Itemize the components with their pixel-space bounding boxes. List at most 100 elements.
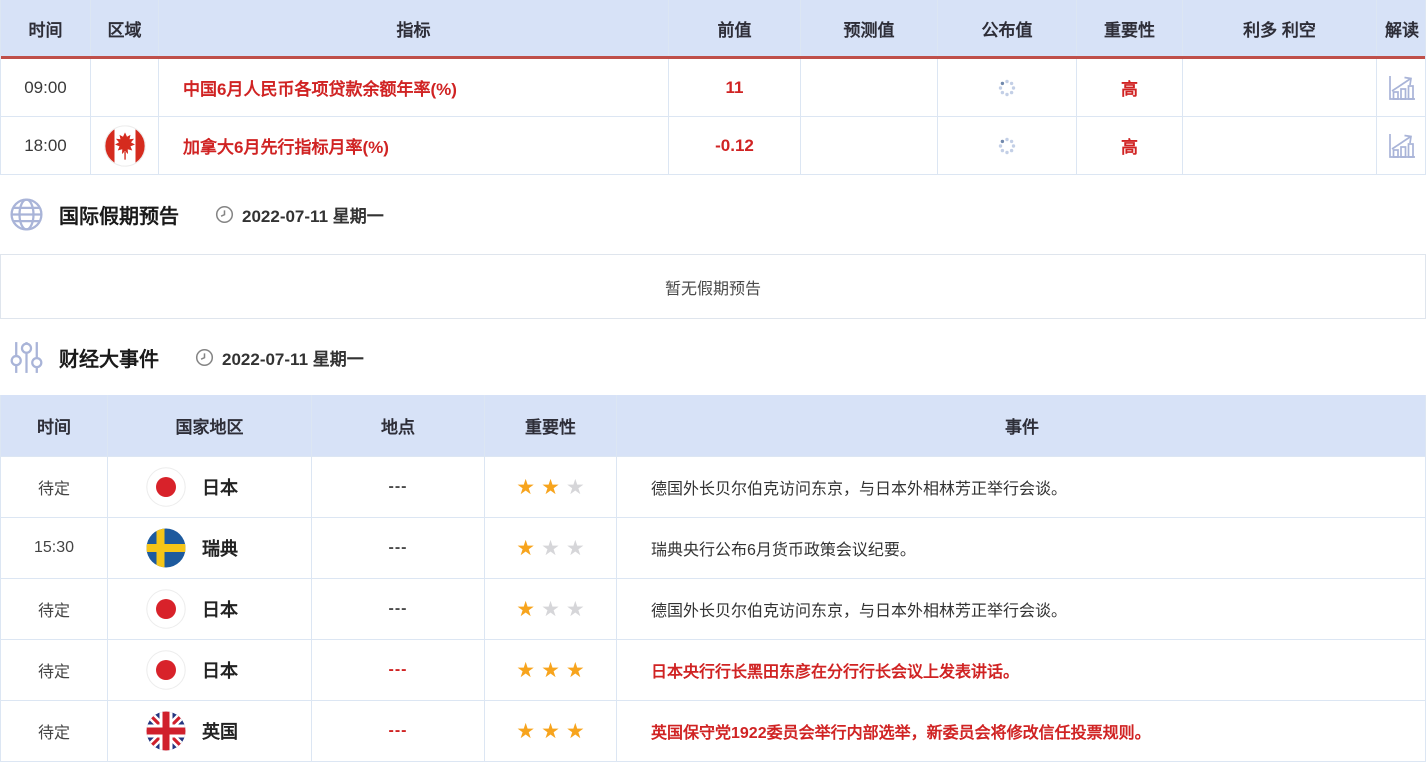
events-col-country: 国家地区 [108,395,312,456]
globe-icon [8,196,45,233]
star-icon: ★ [541,477,560,498]
calendar-row: 18:00 加拿大6月先行指标月率(%) -0.12 [1,117,1425,175]
star-icon: ★ [566,721,585,742]
calendar-col-actual: 公布值 [938,0,1077,56]
region-flag-cell [91,117,159,174]
sliders-icon [8,339,45,376]
calendar-col-indicator: 指标 [159,0,669,56]
bull-bear-value [1183,117,1377,174]
calendar-col-interpret: 解读 [1377,0,1426,56]
events-col-importance: 重要性 [485,395,617,456]
holiday-section-header: 国际假期预告 2022-07-11 星期一 [0,175,1426,254]
location-value: --- [389,539,408,557]
event-text[interactable]: 日本央行行长黑田东彦在分行行长会议上发表讲话。 [651,658,1019,682]
event-time: 18:00 [1,117,91,174]
loading-spinner-icon [997,136,1017,156]
event-row: 待定 日本 --- ★ ★ ★ 德国外长贝尔伯克访问东京，与日本外相林芳正举行会… [1,457,1425,518]
events-col-time: 时间 [1,395,108,456]
event-text[interactable]: 瑞典央行公布6月货币政策会议纪要。 [651,536,916,560]
event-time: 09:00 [1,59,91,116]
event-cell: 英国保守党1922委员会举行内部选举，新委员会将修改信任投票规则。 [617,701,1426,761]
holiday-date-text: 2022-07-11 星期一 [242,202,384,227]
star-icon: ★ [566,477,585,498]
country-name: 瑞典 [202,535,238,561]
event-time: 15:30 [1,518,108,578]
star-icon: ★ [541,660,560,681]
sweden-flag-icon [146,528,186,568]
indicator-name-link[interactable]: 中国6月人民币各项贷款余额年率(%) [159,59,669,116]
event-time: 待定 [1,579,108,639]
calendar-col-bull-bear: 利多 利空 [1183,0,1377,56]
star-icon: ★ [541,721,560,742]
country-name: 日本 [202,596,238,622]
holiday-date: 2022-07-11 星期一 [215,202,384,227]
events-table-body: 待定 日本 --- ★ ★ ★ 德国外长贝尔伯克访问东京，与日本外相林芳正举行会… [1,457,1425,762]
holiday-section-title: 国际假期预告 [59,200,179,229]
interpret-chart-icon[interactable] [1387,74,1417,101]
location-cell: --- [312,579,485,639]
importance-stars: ★ ★ ★ [485,579,617,639]
events-date-text: 2022-07-11 星期一 [222,345,364,370]
event-cell: 瑞典央行公布6月货币政策会议纪要。 [617,518,1426,578]
events-col-event: 事件 [617,395,1426,456]
event-cell: 德国外长贝尔伯克访问东京，与日本外相林芳正举行会谈。 [617,457,1426,517]
canada-flag-icon [104,125,146,167]
clock-icon [215,205,234,224]
star-icon: ★ [516,721,535,742]
importance-stars: ★ ★ ★ [485,640,617,700]
event-text[interactable]: 德国外长贝尔伯克访问东京，与日本外相林芳正举行会谈。 [651,475,1067,499]
holiday-empty-box: 暂无假期预告 [0,254,1426,319]
location-value: --- [389,600,408,618]
event-row: 15:30 瑞典 --- ★ ★ ★ 瑞典央行公布6月货币政策会议纪要。 [1,518,1425,579]
interpret-chart-icon[interactable] [1387,132,1417,159]
calendar-table-body: 09:00 中国6月人民币各项贷款余额年率(%) 11 高 [1,59,1425,175]
event-text[interactable]: 英国保守党1922委员会举行内部选举，新委员会将修改信任投票规则。 [651,719,1151,743]
country-cell: 日本 [108,579,312,639]
calendar-row: 09:00 中国6月人民币各项贷款余额年率(%) 11 高 [1,59,1425,117]
japan-flag-icon [146,589,186,629]
country-cell: 瑞典 [108,518,312,578]
star-icon: ★ [516,538,535,559]
calendar-header-row: 时间 区域 指标 前值 预测值 公布值 重要性 利多 利空 解读 [1,0,1425,59]
star-icon: ★ [516,477,535,498]
event-time: 待定 [1,457,108,517]
events-table: 时间 国家地区 地点 重要性 事件 待定 日本 --- ★ ★ ★ 德国外长贝尔… [0,395,1426,762]
calendar-col-time: 时间 [1,0,91,56]
star-icon: ★ [566,660,585,681]
events-section-header: 财经大事件 2022-07-11 星期一 [0,319,1426,395]
location-cell: --- [312,640,485,700]
calendar-col-region: 区域 [91,0,159,56]
country-name: 日本 [202,474,238,500]
location-value: --- [389,478,408,496]
interpret-cell [1377,117,1426,174]
events-section-title: 财经大事件 [59,343,159,372]
location-value: --- [389,722,408,740]
calendar-col-forecast: 预测值 [801,0,938,56]
economic-calendar-table: 时间 区域 指标 前值 预测值 公布值 重要性 利多 利空 解读 09:00 中… [0,0,1426,175]
event-text[interactable]: 德国外长贝尔伯克访问东京，与日本外相林芳正举行会谈。 [651,597,1067,621]
holiday-empty-text: 暂无假期预告 [665,275,761,299]
region-flag-cell [91,59,159,116]
star-icon: ★ [566,538,585,559]
importance-stars: ★ ★ ★ [485,457,617,517]
events-date: 2022-07-11 星期一 [195,345,364,370]
importance-stars: ★ ★ ★ [485,701,617,761]
star-icon: ★ [516,660,535,681]
location-cell: --- [312,457,485,517]
importance-stars: ★ ★ ★ [485,518,617,578]
event-row: 待定 日本 --- ★ ★ ★ 日本央行行长黑田东彦在分行行长会议上发表讲话。 [1,640,1425,701]
forecast-value [801,117,938,174]
clock-icon [195,348,214,367]
bull-bear-value [1183,59,1377,116]
importance-value: 高 [1077,59,1183,116]
japan-flag-icon [146,650,186,690]
interpret-cell [1377,59,1426,116]
event-cell: 德国外长贝尔伯克访问东京，与日本外相林芳正举行会谈。 [617,579,1426,639]
star-icon: ★ [541,599,560,620]
country-cell: 英国 [108,701,312,761]
importance-value: 高 [1077,117,1183,174]
previous-value: 11 [669,59,801,116]
indicator-name-link[interactable]: 加拿大6月先行指标月率(%) [159,117,669,174]
star-icon: ★ [541,538,560,559]
previous-value: -0.12 [669,117,801,174]
